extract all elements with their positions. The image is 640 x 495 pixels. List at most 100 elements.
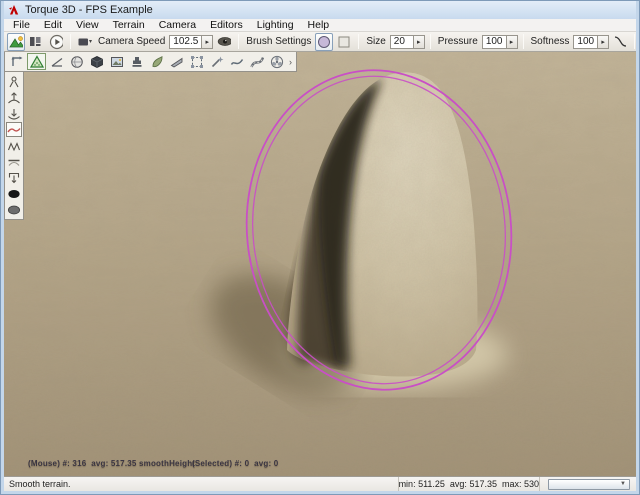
tool-flatten-height[interactable]: [6, 154, 22, 169]
tool-restore-terrain[interactable]: [6, 202, 22, 217]
camera-speed-value[interactable]: 102.5: [170, 36, 201, 47]
tool-terrain-painter[interactable]: [47, 53, 66, 70]
menu-terrain[interactable]: Terrain: [106, 19, 152, 32]
restore-terrain-icon: [7, 203, 21, 217]
grab-terrain-icon: [7, 75, 21, 89]
visibility-button[interactable]: [215, 33, 233, 51]
circle-brush-icon: [317, 35, 331, 49]
menu-help[interactable]: Help: [301, 19, 337, 32]
tool-set-height[interactable]: [6, 170, 22, 185]
brush-ellipse-button[interactable]: [315, 33, 333, 51]
set-height-icon: [7, 171, 21, 185]
menu-lighting[interactable]: Lighting: [250, 19, 301, 32]
terrain-editor-icon: [30, 55, 44, 69]
brush-box-button[interactable]: [335, 33, 353, 51]
terrain-painter-icon: [50, 55, 64, 69]
square-brush-icon: [337, 35, 351, 49]
selected-info-text: (Selected) #: 0 avg: 0: [192, 459, 278, 468]
smooth-height-icon: [7, 123, 21, 137]
menu-file[interactable]: File: [6, 19, 37, 32]
tool-datablock-editor[interactable]: [107, 53, 126, 70]
gui-editor-button[interactable]: [27, 33, 45, 51]
marquee-icon: [190, 55, 204, 69]
menu-bar: File Edit View Terrain Camera Editors Li…: [4, 19, 636, 32]
editor-palette: ›: [4, 52, 297, 72]
tool-sketch[interactable]: [87, 53, 106, 70]
world-editor-button[interactable]: [7, 33, 25, 51]
viewport-3d[interactable]: ›: [4, 52, 636, 476]
lower-height-icon: [7, 107, 21, 121]
softness-field[interactable]: 100 ▸: [573, 35, 609, 49]
height-stats: min: 511.25 avg: 517.35 max: 530: [399, 477, 540, 491]
softness-spinner-icon[interactable]: ▸: [597, 36, 608, 48]
pressure-value[interactable]: 100: [483, 36, 506, 47]
falloff-curve-button[interactable]: [611, 33, 629, 51]
palette-overflow-icon[interactable]: ›: [287, 57, 294, 67]
fan-icon: [270, 55, 284, 69]
chevron-down-icon: ▾: [89, 38, 92, 45]
softness-value[interactable]: 100: [574, 36, 597, 47]
mouse-info-text: (Mouse) #: 316 avg: 517.35 smoothHeight: [28, 459, 195, 468]
tool-mission-area-editor[interactable]: [187, 53, 206, 70]
size-label: Size: [364, 36, 387, 47]
terrain-brush-palette: [4, 72, 24, 220]
tool-mesh-road-editor[interactable]: [167, 53, 186, 70]
material-sphere-icon: [70, 55, 84, 69]
tool-smooth-height[interactable]: [6, 122, 22, 137]
play-game-button[interactable]: [47, 33, 65, 51]
toolbar-separator: [358, 34, 359, 49]
tool-grab-terrain[interactable]: [6, 74, 22, 89]
menu-camera[interactable]: Camera: [152, 19, 203, 32]
tool-road-path-editor[interactable]: [247, 53, 266, 70]
raise-height-icon: [7, 91, 21, 105]
sparkle-wand-icon: [210, 55, 224, 69]
flatten-height-icon: [7, 155, 21, 169]
pressure-field[interactable]: 100 ▸: [482, 35, 518, 49]
camera-speed-spinner-icon[interactable]: ▸: [201, 36, 212, 48]
menu-editors[interactable]: Editors: [203, 19, 250, 32]
size-value[interactable]: 20: [391, 36, 413, 47]
size-spinner-icon[interactable]: ▸: [413, 36, 424, 48]
layout-columns-icon: [29, 35, 43, 48]
falloff-curve-icon: [613, 35, 627, 48]
tool-terrain-editor[interactable]: [27, 53, 46, 70]
stamp-icon: [130, 55, 144, 69]
window-title: Torque 3D - FPS Example: [25, 4, 153, 16]
camera-speed-label: Camera Speed: [96, 36, 167, 47]
tool-river-editor[interactable]: [227, 53, 246, 70]
toolbar-separator: [430, 34, 431, 49]
toolbar-separator: [70, 34, 71, 49]
road-curve-icon: [250, 55, 264, 69]
statusbar-combobox[interactable]: ▼: [548, 479, 630, 490]
torque-logo-icon: [8, 4, 20, 16]
tool-shape-editor[interactable]: [267, 53, 286, 70]
eye-icon: [217, 36, 231, 47]
wave-icon: [230, 55, 244, 69]
toolbar-separator: [523, 34, 524, 49]
brush-settings-label: Brush Settings: [244, 36, 313, 47]
clear-terrain-icon: [7, 187, 21, 201]
pressure-spinner-icon[interactable]: ▸: [506, 36, 517, 48]
pressure-label: Pressure: [436, 36, 480, 47]
leaf-icon: [150, 55, 164, 69]
camera-menu-button[interactable]: ▾: [76, 33, 94, 51]
tool-decal-editor[interactable]: [127, 53, 146, 70]
camera-speed-field[interactable]: 102.5 ▸: [169, 35, 213, 49]
title-bar[interactable]: Torque 3D - FPS Example: [4, 1, 636, 19]
camera-icon: [78, 36, 88, 48]
object-editor-icon: [10, 55, 24, 69]
size-field[interactable]: 20 ▸: [390, 35, 425, 49]
menu-view[interactable]: View: [69, 19, 106, 32]
tool-forest-editor[interactable]: [147, 53, 166, 70]
tool-material-editor[interactable]: [67, 53, 86, 70]
tool-paint-noise[interactable]: [6, 138, 22, 153]
combobox-arrow-icon: ▼: [620, 481, 629, 487]
tool-particle-editor[interactable]: [207, 53, 226, 70]
softness-label: Softness: [529, 36, 572, 47]
tool-lower-height[interactable]: [6, 106, 22, 121]
toolbar-separator: [634, 34, 635, 49]
tool-clear-terrain[interactable]: [6, 186, 22, 201]
menu-edit[interactable]: Edit: [37, 19, 69, 32]
tool-raise-height[interactable]: [6, 90, 22, 105]
tool-object-editor[interactable]: [7, 53, 26, 70]
